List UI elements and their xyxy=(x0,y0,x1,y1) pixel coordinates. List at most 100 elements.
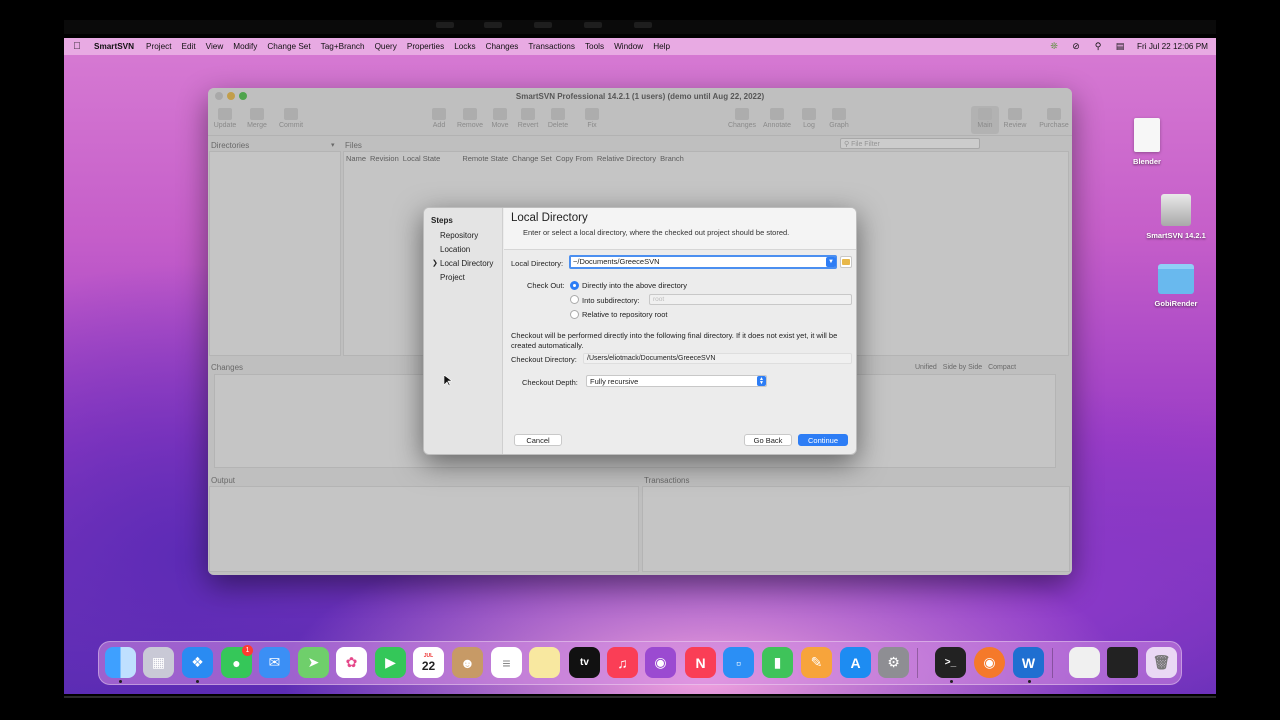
folder-icon xyxy=(1158,264,1194,294)
steps-sidebar: Steps Repository Location ❯ Local Directo… xyxy=(424,208,503,454)
menu-tools[interactable]: Tools xyxy=(585,42,604,51)
radio-relative-to-root[interactable] xyxy=(570,310,579,319)
radio-into-subdirectory[interactable] xyxy=(570,295,579,304)
running-indicator xyxy=(119,680,122,683)
top-letterbox-strip xyxy=(64,20,1216,34)
bottom-letterbox-line xyxy=(64,696,1216,698)
menu-app-name[interactable]: SmartSVN xyxy=(94,42,134,51)
go-back-button[interactable]: Go Back xyxy=(744,434,792,446)
steps-title: Steps xyxy=(431,216,453,225)
option-relative-label[interactable]: Relative to repository root xyxy=(582,310,667,319)
trash-icon[interactable]: 🗑 xyxy=(1146,647,1177,678)
notes-icon[interactable] xyxy=(529,647,560,678)
menu-project[interactable]: Project xyxy=(146,42,171,51)
screen-recording-icon[interactable] xyxy=(1107,647,1138,678)
strip-mark xyxy=(634,22,652,28)
menu-help[interactable]: Help xyxy=(653,42,670,51)
menu-window[interactable]: Window xyxy=(614,42,643,51)
option-directly-into-label[interactable]: Directly into the above directory xyxy=(582,281,687,290)
step-label: Local Directory xyxy=(440,259,494,268)
desktop-icon-blender[interactable]: Blender xyxy=(1107,118,1187,166)
menu-clock[interactable]: Fri Jul 22 12:06 PM xyxy=(1137,42,1208,51)
maps-icon[interactable]: ➤ xyxy=(298,647,329,678)
continue-button[interactable]: Continue xyxy=(798,434,848,446)
option-subdirectory-label[interactable]: Into subdirectory: xyxy=(582,296,640,305)
calendar-day: 22 xyxy=(421,659,436,673)
menu-changes[interactable]: Changes xyxy=(486,42,519,51)
keynote-icon[interactable]: ▫ xyxy=(723,647,754,678)
smartsvn-icon[interactable]: W xyxy=(1013,647,1044,678)
mouse-pointer-icon xyxy=(444,375,452,387)
local-directory-input[interactable]: ~/Documents/GreeceSVN xyxy=(569,255,837,269)
check-out-label: Check Out: xyxy=(527,281,565,290)
depth-updown-chevron-icon[interactable]: ▲ ▼ xyxy=(757,376,766,386)
menu-change-set[interactable]: Change Set xyxy=(267,42,310,51)
menu-modify[interactable]: Modify xyxy=(233,42,257,51)
pages-icon[interactable]: ✎ xyxy=(801,647,832,678)
subdirectory-input[interactable]: root xyxy=(649,294,852,305)
music-icon[interactable]: ♫ xyxy=(607,647,638,678)
messages-badge: 1 xyxy=(242,645,253,656)
browse-folder-button[interactable] xyxy=(840,256,852,268)
dock: ▦ ❖ ● 1 ✉ ➤ ✿ ▶ JUL 22 ☻ ≡ tv ♫ ◉ N ▫ ▮ … xyxy=(98,641,1182,685)
calendar-icon[interactable]: JUL 22 xyxy=(413,647,444,678)
status-app-icon[interactable]: ❊ xyxy=(1049,41,1059,51)
preview-document-icon[interactable] xyxy=(1069,647,1100,678)
current-step-chevron-icon: ❯ xyxy=(432,260,438,267)
menu-transactions[interactable]: Transactions xyxy=(528,42,575,51)
search-icon[interactable]: ⚲ xyxy=(1093,41,1103,51)
menu-properties[interactable]: Properties xyxy=(407,42,444,51)
cancel-button[interactable]: Cancel xyxy=(514,434,562,446)
step-label: Repository xyxy=(440,231,479,240)
reminders-icon[interactable]: ≡ xyxy=(491,647,522,678)
mail-icon[interactable]: ✉ xyxy=(259,647,290,678)
step-label: Location xyxy=(440,245,471,254)
safari-icon[interactable]: ❖ xyxy=(182,647,213,678)
facetime-icon[interactable]: ▶ xyxy=(375,647,406,678)
desktop-icon-gobirender[interactable]: GobiRender xyxy=(1136,264,1216,308)
menu-query[interactable]: Query xyxy=(375,42,397,51)
checkout-directory-field: /Users/eliotmack/Documents/GreeceSVN xyxy=(583,353,852,364)
dialog-title: Local Directory xyxy=(511,212,588,224)
desktop-icon-label: GobiRender xyxy=(1154,299,1198,308)
menu-locks[interactable]: Locks xyxy=(454,42,475,51)
apple-tv-icon[interactable]: tv xyxy=(569,647,600,678)
news-icon[interactable]: N xyxy=(685,647,716,678)
contacts-icon[interactable]: ☻ xyxy=(452,647,483,678)
apple-icon[interactable]:  xyxy=(72,41,82,52)
desktop-icon-label: Blender xyxy=(1133,157,1161,166)
checkout-wizard-dialog: Steps Repository Location ❯ Local Directo… xyxy=(423,207,857,455)
checkout-directory-label: Checkout Directory: xyxy=(511,355,577,364)
wifi-off-icon[interactable]: ⊘ xyxy=(1071,41,1081,51)
launchpad-icon[interactable]: ▦ xyxy=(143,647,174,678)
numbers-icon[interactable]: ▮ xyxy=(762,647,793,678)
app-store-icon[interactable]: A xyxy=(840,647,871,678)
step-local-directory: ❯ Local Directory xyxy=(432,259,495,269)
podcasts-icon[interactable]: ◉ xyxy=(645,647,676,678)
radio-directly-into[interactable] xyxy=(570,281,579,290)
menu-edit[interactable]: Edit xyxy=(182,42,196,51)
local-directory-value: ~/Documents/GreeceSVN xyxy=(573,257,660,266)
document-icon xyxy=(1134,118,1160,152)
checkout-depth-value: Fully recursive xyxy=(590,377,639,386)
desktop-icon-smartsvn[interactable]: SmartSVN 14.2.1 xyxy=(1136,194,1216,240)
folder-icon xyxy=(842,259,850,265)
step-label: Project xyxy=(440,273,465,282)
running-indicator xyxy=(196,680,199,683)
control-center-icon[interactable]: ▤ xyxy=(1115,41,1125,51)
menu-view[interactable]: View xyxy=(206,42,224,51)
menu-tag-branch[interactable]: Tag+Branch xyxy=(321,42,365,51)
step-repository: Repository xyxy=(440,231,495,241)
dock-divider xyxy=(917,648,918,678)
system-preferences-icon[interactable]: ⚙ xyxy=(878,647,909,678)
desktop:  SmartSVN Project Edit View Modify Chan… xyxy=(64,38,1216,694)
checkout-depth-select[interactable]: Fully recursive xyxy=(586,375,767,387)
strip-mark xyxy=(436,22,454,28)
photos-icon[interactable]: ✿ xyxy=(336,647,367,678)
step-location: Location xyxy=(440,245,495,255)
strip-mark xyxy=(584,22,602,28)
terminal-icon[interactable]: >_ xyxy=(935,647,966,678)
blender-icon[interactable]: ◉ xyxy=(974,647,1005,678)
finder-icon[interactable] xyxy=(105,647,136,678)
local-directory-dropdown-chevron-icon[interactable]: ▼ xyxy=(826,257,836,267)
